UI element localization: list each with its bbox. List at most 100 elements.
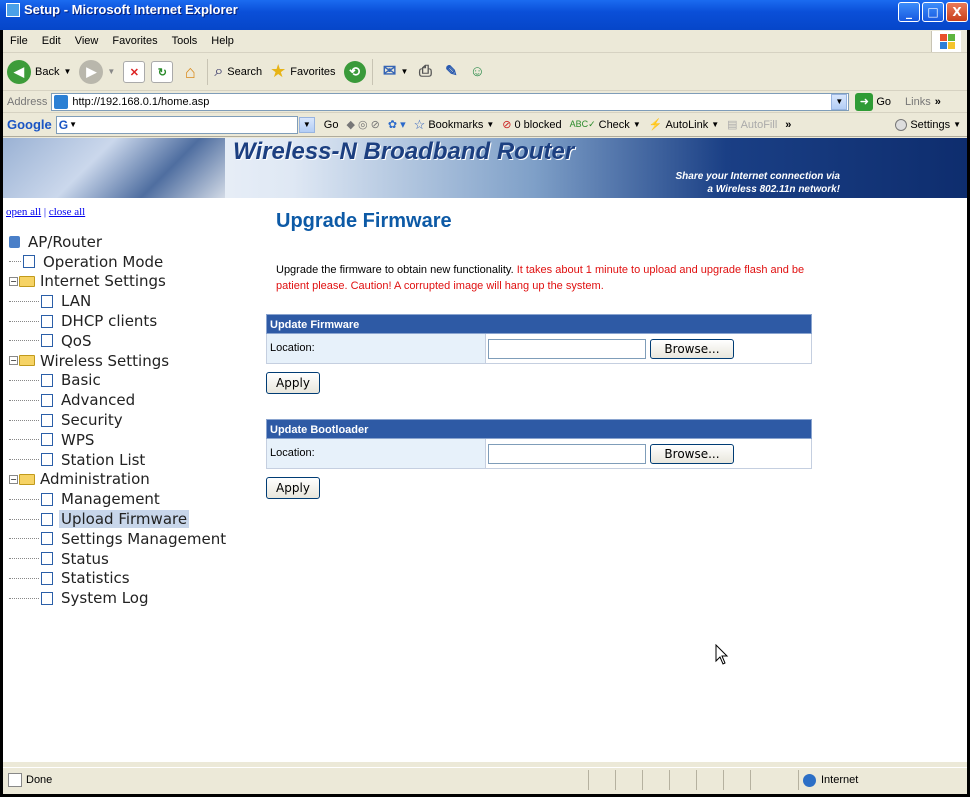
tree-node-settings-management[interactable]: Settings Management: [9, 529, 228, 549]
tree-node-administration[interactable]: − Administration: [9, 470, 228, 490]
tree-node-management[interactable]: Management: [9, 489, 228, 509]
firmware-apply-button[interactable]: Apply: [266, 372, 320, 394]
menu-edit[interactable]: Edit: [35, 35, 68, 47]
autolink-button[interactable]: ⚡ AutoLink ▼: [649, 118, 719, 132]
tree-node-station-list[interactable]: Station List: [9, 450, 228, 470]
page-viewport: Wireless-N Broadband Router Share your I…: [3, 138, 967, 762]
google-settings-button[interactable]: Settings ▼: [895, 118, 961, 131]
tree-node-dhcp-clients[interactable]: DHCP clients: [9, 311, 228, 331]
google-toolbar: Google G ▼ ▼ Go ◆ ◎ ⊘ ✿ ▾ ☆ Bookmarks ▼ ⊘…: [3, 113, 967, 137]
page-icon: [41, 492, 53, 506]
tree-connector: [9, 320, 39, 322]
messenger-icon[interactable]: ☺: [466, 61, 488, 83]
history-icon[interactable]: ⟲: [343, 60, 366, 83]
edit-icon[interactable]: ✎: [440, 61, 462, 83]
address-input[interactable]: [72, 95, 832, 108]
home-icon[interactable]: ⌂: [179, 61, 201, 83]
more-chevron-icon[interactable]: »: [785, 119, 791, 131]
open-all-link[interactable]: open all: [6, 206, 41, 218]
toolbar-separator: [371, 58, 373, 85]
window-controls: _ □ X: [898, 2, 968, 22]
tree-node-system-log[interactable]: System Log: [9, 588, 228, 608]
minimize-button[interactable]: _: [898, 2, 920, 22]
bootloader-location-label: Location:: [267, 439, 486, 468]
bootloader-file-input[interactable]: [488, 443, 646, 464]
bootloader-apply-button[interactable]: Apply: [266, 477, 320, 499]
popup-blocked-button[interactable]: ⊘ 0 blocked: [502, 118, 561, 132]
tree-node-basic[interactable]: Basic: [9, 371, 228, 391]
google-dropdown-icon[interactable]: ▼: [298, 116, 315, 133]
tree-node-lan[interactable]: LAN: [9, 291, 228, 311]
chevron-right-icon[interactable]: »: [935, 96, 941, 108]
dropdown-icon: ▼: [69, 120, 78, 129]
menu-view[interactable]: View: [68, 35, 106, 47]
close-button[interactable]: X: [946, 2, 968, 22]
tree-node-advanced[interactable]: Advanced: [9, 390, 228, 410]
menu-tools[interactable]: Tools: [165, 35, 205, 47]
address-field[interactable]: ▼: [51, 92, 850, 111]
google-bookmarks-button[interactable]: ☆ Bookmarks ▼: [414, 117, 495, 133]
address-dropdown-icon[interactable]: ▼: [831, 93, 848, 110]
google-logo[interactable]: Google: [7, 117, 52, 132]
go-button[interactable]: ➜ Go: [855, 92, 891, 111]
back-button[interactable]: ◀ Back ▼: [7, 59, 72, 84]
tree-node-label: Advanced: [61, 391, 136, 410]
spell-check-button[interactable]: ABC✓ Check ▼: [570, 119, 641, 131]
tree-node-operation-mode[interactable]: Operation Mode: [9, 252, 228, 272]
close-all-link[interactable]: close all: [49, 206, 85, 218]
tree-connector: [9, 518, 39, 520]
tree-connector: [9, 419, 39, 421]
mail-icon[interactable]: ✉: [379, 61, 401, 83]
tree-node-wireless-settings[interactable]: − Wireless Settings: [9, 351, 228, 371]
google-search-field[interactable]: G ▼: [55, 115, 298, 134]
window-titlebar: Setup - Microsoft Internet Explorer _ □ …: [0, 0, 970, 30]
tree-node-label: System Log: [61, 589, 149, 608]
collapse-icon[interactable]: −: [9, 356, 18, 366]
dropdown-icon: ▼: [63, 67, 72, 76]
page-done-icon: [8, 772, 22, 787]
navigation-tree: open all | close all AP/Router Operation …: [3, 198, 253, 762]
menu-help[interactable]: Help: [204, 35, 241, 47]
search-button[interactable]: ⌕ Search: [214, 63, 262, 81]
tree-node-wps[interactable]: WPS: [9, 430, 228, 450]
bootloader-browse-button[interactable]: Browse...: [650, 443, 734, 464]
menu-file[interactable]: File: [3, 35, 35, 47]
tree-node-qos[interactable]: QoS: [9, 331, 228, 351]
firmware-browse-button[interactable]: Browse...: [650, 338, 734, 359]
refresh-icon[interactable]: ↻: [151, 60, 174, 83]
maximize-button[interactable]: □: [922, 2, 944, 22]
firmware-file-input[interactable]: [488, 338, 646, 359]
tree-node-status[interactable]: Status: [9, 549, 228, 569]
forward-arrow-icon: ▶: [79, 59, 104, 84]
tree-node-ap-router[interactable]: AP/Router: [9, 232, 228, 252]
menu-favorites[interactable]: Favorites: [105, 35, 164, 47]
google-go-button[interactable]: Go: [324, 119, 339, 131]
autofill-button[interactable]: ▤ AutoFill: [727, 118, 777, 132]
collapse-icon[interactable]: −: [9, 474, 18, 484]
status-bar: Done Internet: [3, 767, 967, 791]
collapse-icon[interactable]: −: [9, 276, 18, 286]
google-tools-icons[interactable]: ◆ ◎ ⊘: [346, 118, 379, 131]
print-icon[interactable]: ⎙: [414, 61, 436, 83]
tree-node-upload-firmware[interactable]: Upload Firmware: [9, 509, 228, 529]
tree-connector: [9, 498, 39, 500]
tree-node-label: AP/Router: [28, 232, 103, 251]
puzzle-icon[interactable]: ✿ ▾: [388, 118, 406, 131]
tree-node-statistics[interactable]: Statistics: [9, 569, 228, 589]
update-bootloader-panel: Update Bootloader Location: Browse...: [266, 419, 812, 469]
forward-button[interactable]: ▶ ▼: [79, 59, 115, 84]
stop-icon[interactable]: ✕: [123, 60, 146, 83]
dropdown-icon: ▼: [953, 120, 961, 129]
tree-node-security[interactable]: Security: [9, 410, 228, 430]
tree-node-label: Internet Settings: [40, 272, 166, 291]
tree-node-label: Administration: [40, 470, 150, 489]
page-description: Upgrade the firmware to obtain new funct…: [276, 264, 805, 292]
favorites-button[interactable]: ★ Favorites: [270, 61, 335, 82]
folder-open-icon: [19, 355, 35, 367]
tree-connector: [9, 399, 39, 401]
page-icon: [41, 413, 53, 427]
tree-node-internet-settings[interactable]: − Internet Settings: [9, 272, 228, 292]
page-icon: [41, 373, 53, 387]
links-toolbar[interactable]: Links: [905, 96, 931, 108]
tree-connector: [9, 597, 39, 599]
